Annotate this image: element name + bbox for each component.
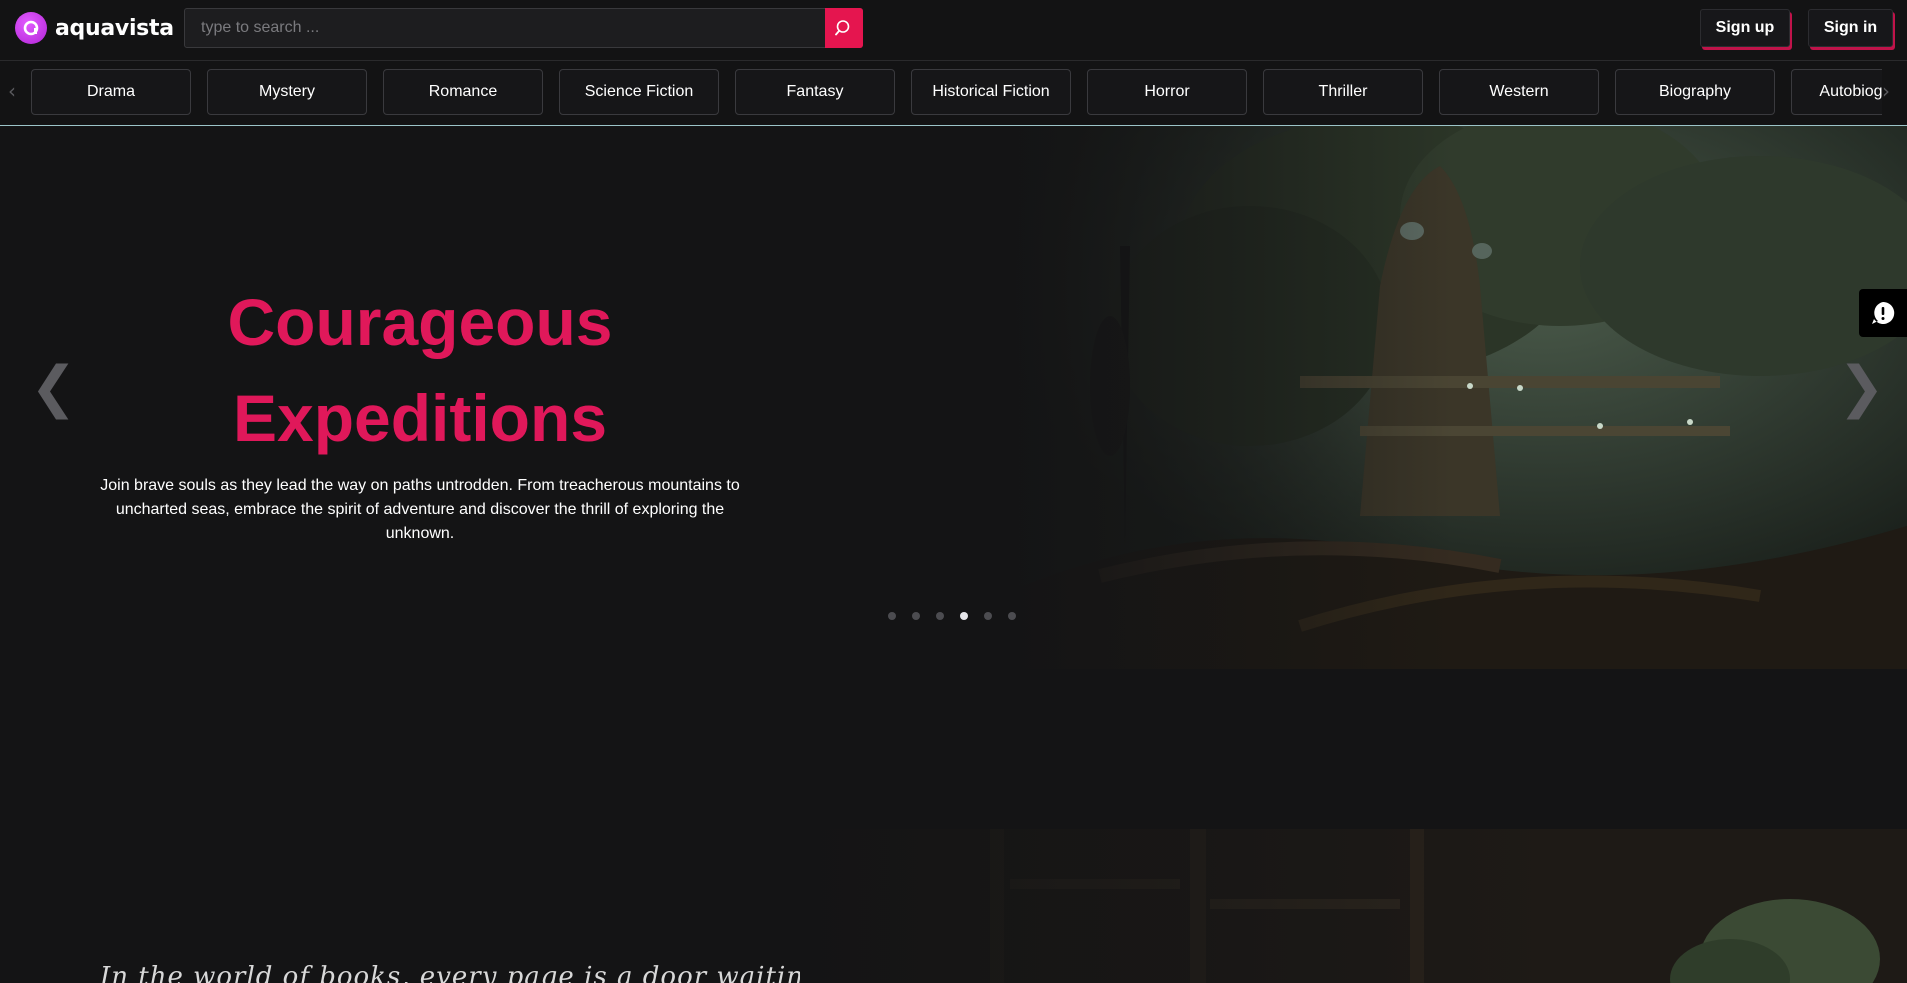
carousel-dot[interactable] — [912, 612, 920, 620]
genre-chip-romance[interactable]: Romance — [383, 69, 543, 115]
genre-chip-fantasy[interactable]: Fantasy — [735, 69, 895, 115]
genre-chip-western[interactable]: Western — [1439, 69, 1599, 115]
sign-in-button[interactable]: Sign in — [1808, 9, 1893, 47]
carousel-dot[interactable] — [1008, 612, 1016, 620]
hero-description: Join brave souls as they lead the way on… — [100, 477, 740, 542]
carousel-dot[interactable] — [888, 612, 896, 620]
genre-chip-science-fiction[interactable]: Science Fiction — [559, 69, 719, 115]
feedback-button[interactable] — [1859, 289, 1907, 337]
genre-list: Drama Mystery Romance Science Fiction Fa… — [31, 69, 1882, 117]
hero-title-line-2: Expeditions — [232, 381, 608, 455]
genre-chip-autobiography[interactable]: Autobiography — [1791, 69, 1882, 115]
brand-name: aquavista — [55, 15, 174, 41]
carousel-dot[interactable] — [984, 612, 992, 620]
search-input[interactable] — [185, 9, 825, 47]
genre-chip-drama[interactable]: Drama — [31, 69, 191, 115]
genre-scroll-left-icon[interactable]: ‹ — [8, 81, 16, 101]
hero-carousel: Courageous Expeditions Join brave souls … — [0, 126, 1907, 669]
genre-chip-thriller[interactable]: Thriller — [1263, 69, 1423, 115]
genre-chip-biography[interactable]: Biography — [1615, 69, 1775, 115]
chevron-right-icon[interactable]: ❯ — [1838, 358, 1885, 418]
carousel-indicators — [888, 612, 1016, 620]
carousel-dot-active[interactable] — [960, 612, 968, 620]
search-bar — [184, 8, 863, 48]
lower-tagline: In the world of books, every page is a d… — [100, 962, 800, 983]
genre-scroll-right-icon[interactable]: › — [1882, 81, 1890, 101]
genre-chip-horror[interactable]: Horror — [1087, 69, 1247, 115]
feedback-icon — [1872, 301, 1895, 324]
genre-bar: ‹ Drama Mystery Romance Science Fiction … — [0, 61, 1907, 126]
top-header: aquavista Sign up Sign in — [0, 0, 1907, 61]
hero-image — [1000, 126, 1907, 669]
genre-chip-historical-fiction[interactable]: Historical Fiction — [911, 69, 1071, 115]
carousel-dot[interactable] — [936, 612, 944, 620]
chevron-left-icon[interactable]: ❮ — [30, 358, 77, 418]
hero-title: Courageous Expeditions — [100, 274, 740, 466]
search-button[interactable] — [825, 8, 863, 48]
search-icon — [835, 20, 850, 36]
lower-section-image — [770, 829, 1907, 983]
hero-title-line-1: Courageous — [227, 285, 613, 359]
brand-logo[interactable]: aquavista — [15, 12, 174, 44]
logo-icon — [15, 12, 47, 44]
genre-chip-mystery[interactable]: Mystery — [207, 69, 367, 115]
sign-up-button[interactable]: Sign up — [1700, 9, 1790, 47]
